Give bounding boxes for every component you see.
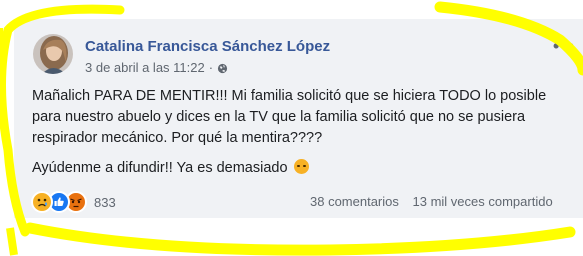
post-paragraph-text: Ayúdenme a difundir!! Ya es demasiado (32, 160, 288, 176)
meta-separator: · (208, 60, 214, 75)
shares-count-link[interactable]: 13 mil veces compartido (413, 194, 553, 209)
angry-face-emoji (293, 159, 309, 174)
reactions-summary[interactable]: 833 (31, 191, 116, 213)
screenshot: Catalina Francisca Sánchez López 3 de ab… (0, 0, 583, 256)
sad-reaction-icon (31, 191, 53, 213)
post-meta: 3 de abril a las 11:22 · (85, 60, 228, 75)
engagement-counts: 38 comentarios 13 mil veces compartido (310, 194, 553, 209)
post-timestamp[interactable]: 3 de abril a las 11:22 (85, 60, 205, 75)
ellipsis-icon[interactable]: ••• (553, 36, 575, 57)
avatar-image (33, 34, 73, 74)
globe-icon[interactable] (217, 62, 228, 74)
avatar[interactable] (33, 34, 73, 74)
reaction-count: 833 (94, 194, 116, 210)
comments-count-link[interactable]: 38 comentarios (310, 194, 399, 209)
post-paragraph: Mañalich PARA DE MENTIR!!! Mi familia so… (32, 88, 547, 146)
post-paragraph: Ayúdenme a difundir!! Ya es demasiado (32, 158, 552, 179)
post-body: Mañalich PARA DE MENTIR!!! Mi familia so… (32, 86, 552, 179)
post-author-name[interactable]: Catalina Francisca Sánchez López (85, 38, 330, 55)
